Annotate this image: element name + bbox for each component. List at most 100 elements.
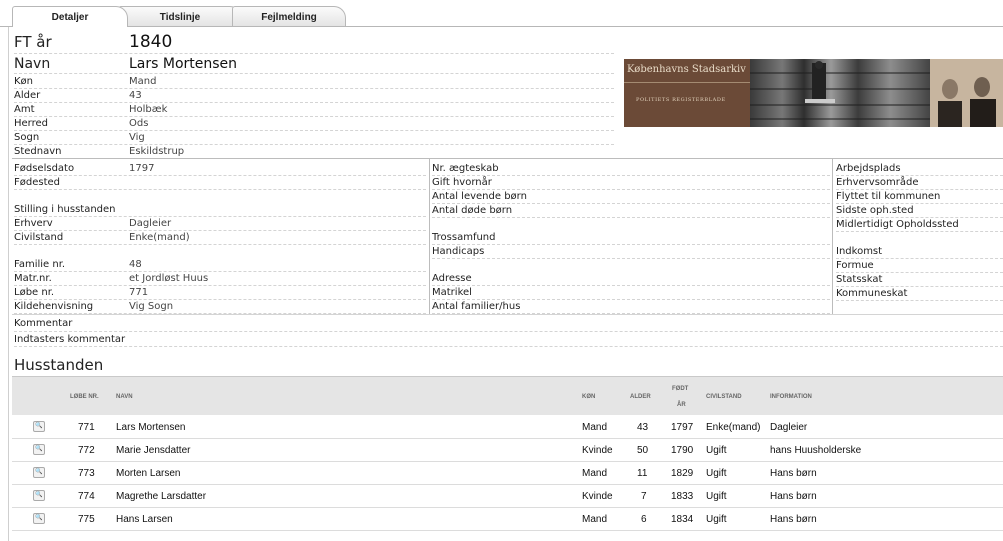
cell-lobenr: 771 xyxy=(78,422,95,433)
field-label: Gift hvornår xyxy=(432,177,492,188)
dode-born-row: Antal døde børn xyxy=(432,204,830,218)
banner-logo-panel: Københavns Stadsarkiv POLITIETS REGISTER… xyxy=(624,59,750,127)
arbejdsplads-row: Arbejdsplads xyxy=(836,162,1003,176)
nr-aegteskab-row: Nr. ægteskab xyxy=(432,162,830,176)
col-header-information: INFORMATION xyxy=(770,394,812,400)
field-label: Matr.nr. xyxy=(14,273,52,284)
field-label: Nr. ægteskab xyxy=(432,163,499,174)
tab-detaljer[interactable]: Detaljer xyxy=(12,6,128,27)
field-label: Trossamfund xyxy=(432,232,496,243)
handicaps-row: Handicaps xyxy=(432,245,830,259)
cell-alder: 43 xyxy=(637,422,649,433)
field-value: 43 xyxy=(129,90,142,101)
field-label: Kommuneskat xyxy=(836,288,908,299)
adresse-row: Adresse xyxy=(432,272,830,286)
col-header-alder: ALDER xyxy=(630,394,651,400)
field-label: Arbejdsplads xyxy=(836,163,901,174)
field-value: 1797 xyxy=(129,163,155,174)
table-row[interactable]: 🔍 773 Morten Larsen Mand 11 1829 Ugift H… xyxy=(12,462,1003,485)
banner-subtitle: POLITIETS REGISTERBLADE xyxy=(636,97,726,103)
tab-fejlmelding[interactable]: Fejlmelding xyxy=(232,6,346,26)
field-label: Indkomst xyxy=(836,246,883,257)
cell-kon: Mand xyxy=(582,468,608,479)
banner-archive-photo xyxy=(750,59,930,127)
field-label: Stilling i husstanden xyxy=(14,204,116,215)
gift-hvornaar-row: Gift hvornår xyxy=(432,176,830,190)
cell-lobenr: 772 xyxy=(78,445,95,456)
portrait-image xyxy=(938,77,996,127)
erhvervsomraade-row: Erhvervsområde xyxy=(836,176,1003,190)
cell-alder: 7 xyxy=(641,491,647,502)
col-header-fodt: FØDT xyxy=(672,386,689,392)
field-label: Stednavn xyxy=(14,146,62,157)
field-label: Erhverv xyxy=(14,218,53,229)
cell-navn: Marie Jensdatter xyxy=(116,445,191,456)
cell-fodt: 1833 xyxy=(671,491,694,502)
field-value: Holbæk xyxy=(129,104,168,115)
cell-alder: 6 xyxy=(641,514,647,525)
tab-tidslinje[interactable]: Tidslinje xyxy=(118,6,242,26)
field-label: Køn xyxy=(14,76,34,87)
fodselsdato-row: Fødselsdato 1797 xyxy=(14,162,426,176)
civilstand-row: Civilstand Enke(mand) xyxy=(14,231,426,245)
indtaster-kommentar-row: Indtasters kommentar xyxy=(14,333,1003,347)
matrikel-row: Matrikel xyxy=(432,286,830,300)
magnify-icon[interactable]: 🔍 xyxy=(33,490,45,501)
field-label: Familie nr. xyxy=(14,259,66,270)
field-value: et Jordløst Huus xyxy=(129,273,209,284)
cell-fodt: 1834 xyxy=(671,514,694,525)
field-label: Erhvervsområde xyxy=(836,177,919,188)
banner-portraits xyxy=(930,59,1003,127)
field-label: Sidste oph.sted xyxy=(836,205,914,216)
field-label: Amt xyxy=(14,104,35,115)
cell-kon: Kvinde xyxy=(582,491,613,502)
col-header-navn: NAVN xyxy=(116,394,133,400)
field-label: Flyttet til kommunen xyxy=(836,191,941,202)
magnify-icon[interactable]: 🔍 xyxy=(33,421,45,432)
kommuneskat-row: Kommuneskat xyxy=(836,287,1003,301)
cell-navn: Morten Larsen xyxy=(116,468,181,479)
sidste-ophsted-row: Sidste oph.sted xyxy=(836,204,1003,218)
field-label: Fødested xyxy=(14,177,61,188)
kommentar-label: Kommentar xyxy=(14,318,73,329)
table-row[interactable]: 🔍 771 Lars Mortensen Mand 43 1797 Enke(m… xyxy=(12,416,1003,439)
familier-hus-row: Antal familier/hus xyxy=(432,300,830,314)
cell-navn: Magrethe Larsdatter xyxy=(116,491,207,502)
cell-kon: Mand xyxy=(582,514,608,525)
field-label: Midlertidigt Opholdssted xyxy=(836,219,959,230)
section-divider xyxy=(12,158,1003,159)
cell-lobenr: 774 xyxy=(78,491,95,502)
magnify-icon[interactable]: 🔍 xyxy=(33,467,45,478)
stadsarkiv-banner[interactable]: Københavns Stadsarkiv POLITIETS REGISTER… xyxy=(624,59,1003,127)
table-row[interactable]: 🔍 774 Magrethe Larsdatter Kvinde 7 1833 … xyxy=(12,485,1003,508)
archive-shelves-image xyxy=(750,61,930,120)
col-header-lobenr: LØBE NR. xyxy=(70,394,99,400)
section-divider xyxy=(12,314,1003,315)
column-divider xyxy=(429,158,430,314)
magnify-icon[interactable]: 🔍 xyxy=(33,513,45,524)
field-label: Antal levende børn xyxy=(432,191,527,202)
field-label: Alder xyxy=(14,90,41,101)
cell-kon: Kvinde xyxy=(582,445,613,456)
cell-fodt: 1829 xyxy=(671,468,694,479)
flyttet-row: Flyttet til kommunen xyxy=(836,190,1003,204)
field-label: Antal døde børn xyxy=(432,205,513,216)
fodested-row: Fødested xyxy=(14,176,426,190)
col-header-aar: ÅR xyxy=(677,402,686,408)
cell-alder: 11 xyxy=(637,468,648,479)
cell-civilstand: Ugift xyxy=(706,445,727,456)
tab-bar: Detaljer Tidslinje Fejlmelding xyxy=(0,0,1003,27)
table-row[interactable]: 🔍 775 Hans Larsen Mand 6 1834 Ugift Hans… xyxy=(12,508,1003,531)
cell-lobenr: 773 xyxy=(78,468,95,479)
field-label: Herred xyxy=(14,118,48,129)
sogn-row: Sogn Vig xyxy=(14,131,614,145)
indtaster-kommentar-label: Indtasters kommentar xyxy=(14,334,126,345)
field-value: 771 xyxy=(129,287,149,298)
table-row[interactable]: 🔍 772 Marie Jensdatter Kvinde 50 1790 Ug… xyxy=(12,439,1003,462)
formue-row: Formue xyxy=(836,259,1003,273)
stednavn-row: Stednavn Eskildstrup xyxy=(14,145,614,159)
cell-lobenr: 775 xyxy=(78,514,95,525)
magnify-icon[interactable]: 🔍 xyxy=(33,444,45,455)
banner-divider xyxy=(624,82,750,83)
ft-aar-row: FT år 1840 xyxy=(14,31,614,54)
